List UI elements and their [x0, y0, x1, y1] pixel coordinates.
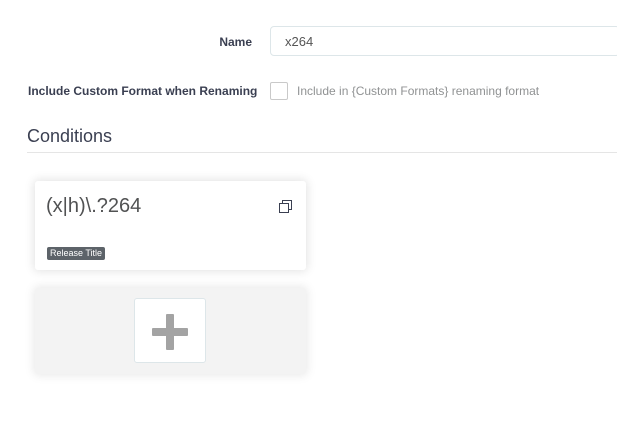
- custom-format-edit-page: Name Include Custom Format when Renaming…: [0, 0, 617, 428]
- include-custom-format-label: Include Custom Format when Renaming: [28, 84, 258, 98]
- condition-type-tag: Release Title: [47, 247, 106, 260]
- name-input[interactable]: [270, 26, 617, 56]
- clone-icon[interactable]: [279, 200, 292, 213]
- add-condition-button[interactable]: [134, 298, 206, 363]
- conditions-title: Conditions: [27, 126, 113, 146]
- section-divider: [27, 152, 617, 153]
- add-condition-card: [35, 288, 306, 374]
- plus-icon: [152, 314, 188, 350]
- condition-card[interactable]: (x|h)\.?264 Release Title: [35, 181, 306, 270]
- include-custom-format-checkbox[interactable]: [270, 82, 288, 100]
- condition-value: (x|h)\.?264: [46, 195, 142, 217]
- name-label: Name: [219, 35, 252, 49]
- include-custom-format-help: Include in {Custom Formats} renaming for…: [297, 84, 540, 98]
